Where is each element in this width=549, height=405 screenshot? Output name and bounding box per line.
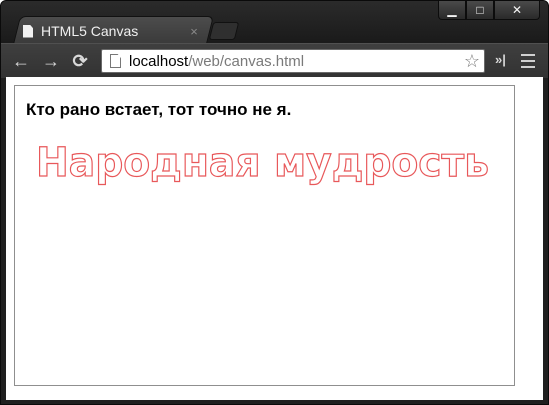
reload-icon[interactable]: ⟳ (69, 50, 91, 72)
canvas-drawing: Народная мудрость (35, 139, 489, 186)
url-host: localhost (129, 52, 189, 70)
url-path: /web/canvas.html (188, 52, 305, 70)
canvas-outlined-text: Народная мудрость (36, 140, 489, 186)
tab-title: HTML5 Canvas (41, 23, 139, 39)
back-arrow-icon[interactable]: ← (10, 50, 32, 72)
page-viewport: Кто рано встает, тот точно не я. Народна… (6, 77, 543, 400)
address-bar[interactable]: localhost /web/canvas.html ☆ (101, 49, 485, 73)
page-icon (110, 54, 121, 68)
forward-arrow-icon[interactable]: → (40, 50, 62, 72)
window-controls: ▁ □ ✕ (438, 1, 540, 20)
close-button[interactable]: ✕ (494, 1, 540, 20)
tab-content: HTML5 Canvas × (23, 20, 201, 42)
title-bar: HTML5 Canvas × ▁ □ ✕ (1, 1, 548, 44)
toolbar: ← → ⟳ localhost /web/canvas.html ☆ »| (1, 43, 548, 78)
extensions-overflow-icon[interactable]: »| (495, 52, 506, 67)
minimize-button[interactable]: ▁ (438, 1, 466, 20)
maximize-button[interactable]: □ (466, 1, 494, 20)
bookmark-star-icon[interactable]: ☆ (464, 51, 480, 72)
html5-canvas: Кто рано встает, тот точно не я. Народна… (14, 85, 515, 386)
tab-close-icon[interactable]: × (187, 24, 201, 39)
menu-icon[interactable] (521, 54, 535, 68)
new-tab-button[interactable] (208, 22, 240, 40)
browser-window: HTML5 Canvas × ▁ □ ✕ ← → ⟳ localhost /we… (0, 0, 549, 405)
page-icon (23, 24, 33, 38)
